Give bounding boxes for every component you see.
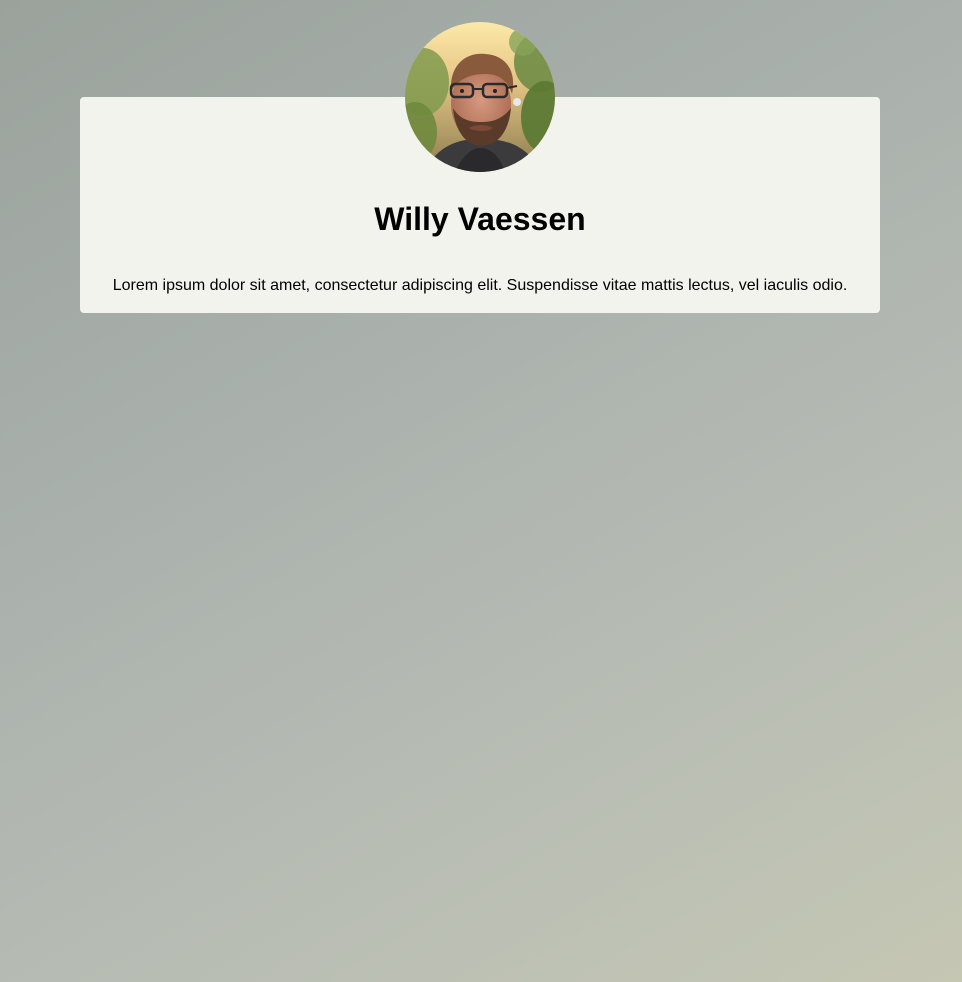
profile-name: Willy Vaessen bbox=[374, 201, 586, 237]
avatar-photo-icon bbox=[405, 22, 555, 172]
avatar bbox=[405, 22, 555, 172]
profile-bio: Lorem ipsum dolor sit amet, consectetur … bbox=[112, 277, 848, 294]
